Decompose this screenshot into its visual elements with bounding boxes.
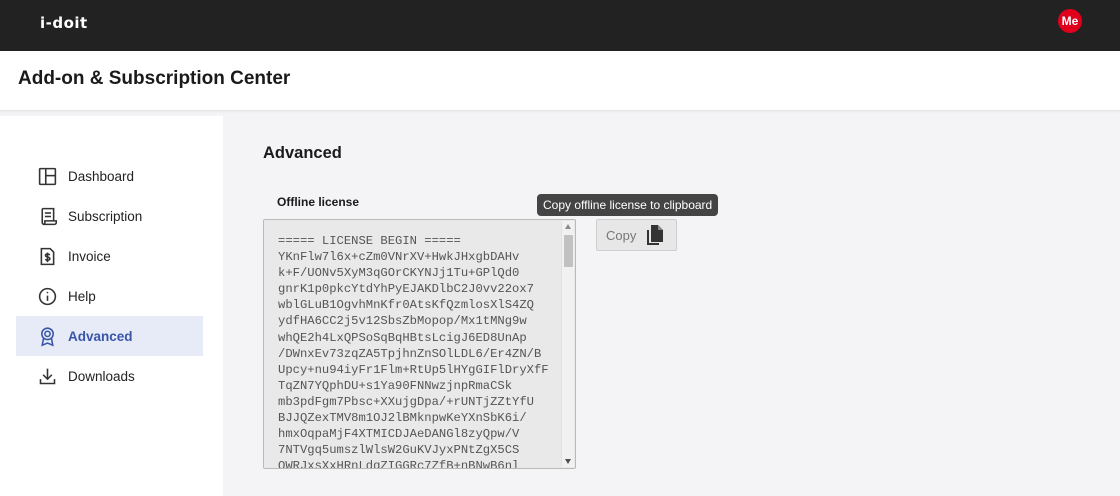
sidebar-item-label: Advanced: [68, 328, 133, 344]
offline-license-textarea[interactable]: ===== LICENSE BEGIN ===== YKnFlw7l6x+cZm…: [263, 219, 576, 469]
sidebar-item-subscription[interactable]: Subscription: [16, 196, 203, 236]
copy-document-icon: [645, 224, 665, 246]
user-avatar[interactable]: Me: [1058, 9, 1082, 33]
sidebar-item-label: Dashboard: [68, 168, 135, 184]
receipt-icon: [36, 205, 58, 227]
award-icon: [36, 325, 58, 347]
page-title: Add-on & Subscription Center: [18, 68, 291, 89]
sidebar-item-help[interactable]: Help: [16, 276, 203, 316]
scroll-down-arrow-icon[interactable]: [565, 459, 571, 464]
sidebar-item-label: Downloads: [68, 368, 135, 384]
sidebar-item-downloads[interactable]: Downloads: [16, 356, 203, 396]
sidebar-item-label: Subscription: [68, 208, 143, 224]
invoice-icon: [36, 245, 58, 267]
i-doit-logo[interactable]: i-doit: [40, 14, 88, 32]
page-header: Add-on & Subscription Center: [0, 51, 1120, 111]
sidebar-item-advanced[interactable]: Advanced: [16, 316, 203, 356]
sidebar-item-dashboard[interactable]: Dashboard: [16, 156, 203, 196]
main-content: Advanced Offline license ===== LICENSE B…: [225, 116, 1120, 496]
download-icon: [36, 365, 58, 387]
sidebar-item-invoice[interactable]: Invoice: [16, 236, 203, 276]
copy-button-label: Copy: [606, 227, 637, 243]
info-icon: [36, 285, 58, 307]
license-scrollbar[interactable]: [561, 221, 574, 467]
sidebar-item-label: Invoice: [68, 248, 111, 264]
copy-license-button[interactable]: Copy: [596, 219, 677, 251]
offline-license-label: Offline license: [277, 195, 360, 209]
scroll-up-arrow-icon[interactable]: [565, 224, 571, 229]
scroll-thumb[interactable]: [564, 235, 573, 267]
dashboard-icon: [36, 165, 58, 187]
top-bar: i-doit Me: [0, 0, 1120, 51]
copy-tooltip: Copy offline license to clipboard: [537, 194, 719, 216]
offline-license-text: ===== LICENSE BEGIN ===== YKnFlw7l6x+cZm…: [278, 234, 549, 469]
sidebar: Dashboard Subscription Invoice Help Adva…: [0, 116, 223, 496]
sidebar-item-label: Help: [68, 288, 96, 304]
section-title: Advanced: [263, 144, 342, 162]
